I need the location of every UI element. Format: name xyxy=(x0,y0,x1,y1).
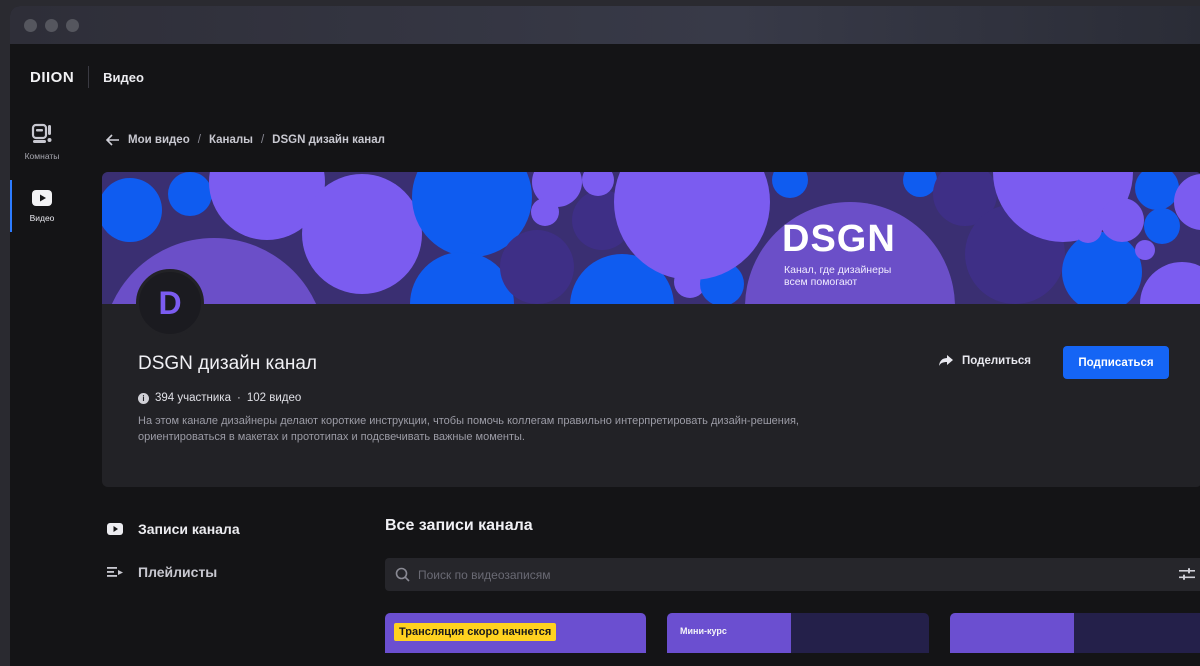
sidebar: Комнаты Видео xyxy=(10,110,74,238)
tab-channel-videos-label: Записи канала xyxy=(138,521,240,537)
sidebar-item-rooms-label: Комнаты xyxy=(24,151,60,161)
video-card-thumbnail[interactable] xyxy=(950,613,1200,653)
share-label: Поделиться xyxy=(962,354,1032,367)
channel-name: DSGN дизайн канал xyxy=(138,353,317,374)
filter-icon[interactable] xyxy=(1179,567,1195,581)
breadcrumb-separator: / xyxy=(260,134,265,146)
channel-card: DSGN Канал, где дизайнеры всем помогают … xyxy=(102,172,1200,487)
tab-channel-videos[interactable]: Записи канала xyxy=(106,518,240,540)
subscribe-button[interactable]: Подписаться xyxy=(1063,346,1169,379)
tab-playlists-label: Плейлисты xyxy=(138,564,218,580)
app-logo[interactable]: DIION xyxy=(30,69,74,86)
rooms-icon xyxy=(31,123,52,143)
banner-logo-text: DSGN xyxy=(782,218,896,260)
info-icon: i xyxy=(138,392,149,404)
channel-tabs: Записи канала Плейлисты xyxy=(106,518,240,604)
channel-banner: DSGN Канал, где дизайнеры всем помогают xyxy=(102,172,1200,304)
banner-subtitle-line1: Канал, где дизайнеры xyxy=(784,264,892,276)
sidebar-item-video[interactable]: Видео xyxy=(10,174,74,238)
sidebar-item-rooms[interactable]: Комнаты xyxy=(10,110,74,174)
window-minimize-dot[interactable] xyxy=(45,18,58,32)
members-count: 394 участника xyxy=(155,392,231,404)
section-title: Видео xyxy=(103,69,144,85)
live-soon-badge: Трансляция скоро начнется xyxy=(394,623,557,641)
sidebar-item-video-label: Видео xyxy=(29,213,55,223)
breadcrumb-channels[interactable]: Каналы xyxy=(209,134,253,146)
window-maximize-dot[interactable] xyxy=(66,18,79,32)
header-divider xyxy=(88,66,90,88)
app-header: DIION Видео xyxy=(10,44,1200,110)
breadcrumb: Мои видео / Каналы / DSGN дизайн канал xyxy=(106,134,385,146)
breadcrumb-current: DSGN дизайн канал xyxy=(272,134,385,146)
video-card-thumbnail[interactable]: Мини-курс xyxy=(667,613,929,653)
back-arrow-icon[interactable] xyxy=(106,134,120,146)
videos-count: 102 видео xyxy=(246,392,302,404)
meta-separator: · xyxy=(237,392,241,404)
avatar-letter: D xyxy=(158,284,182,321)
breadcrumb-separator: / xyxy=(197,134,201,146)
videos-list-title: Все записи канала xyxy=(385,517,533,534)
playlist-icon xyxy=(107,567,123,577)
play-icon xyxy=(107,523,123,535)
breadcrumb-my-videos[interactable]: Мои видео xyxy=(128,134,190,146)
search-icon xyxy=(395,567,410,582)
banner-circles xyxy=(102,172,1200,304)
search-input[interactable] xyxy=(418,567,1118,582)
share-button[interactable]: Поделиться xyxy=(938,354,1031,367)
thumbnail-accent-panel xyxy=(950,613,1074,653)
window-titlebar xyxy=(10,6,1200,44)
channel-avatar: D xyxy=(136,269,204,337)
video-icon xyxy=(32,190,52,206)
tab-playlists[interactable]: Плейлисты xyxy=(106,561,240,583)
window-close-dot[interactable] xyxy=(24,18,37,32)
mini-course-label: Мини-курс xyxy=(680,626,727,636)
banner-subtitle-line2: всем помогают xyxy=(784,276,858,288)
channel-meta: i 394 участника · 102 видео xyxy=(138,392,301,404)
channel-description: На этом канале дизайнеры делают короткие… xyxy=(138,415,799,443)
video-card-thumbnail[interactable]: Трансляция скоро начнется xyxy=(385,613,646,653)
video-search-bar[interactable] xyxy=(385,558,1200,591)
share-icon xyxy=(939,355,953,366)
